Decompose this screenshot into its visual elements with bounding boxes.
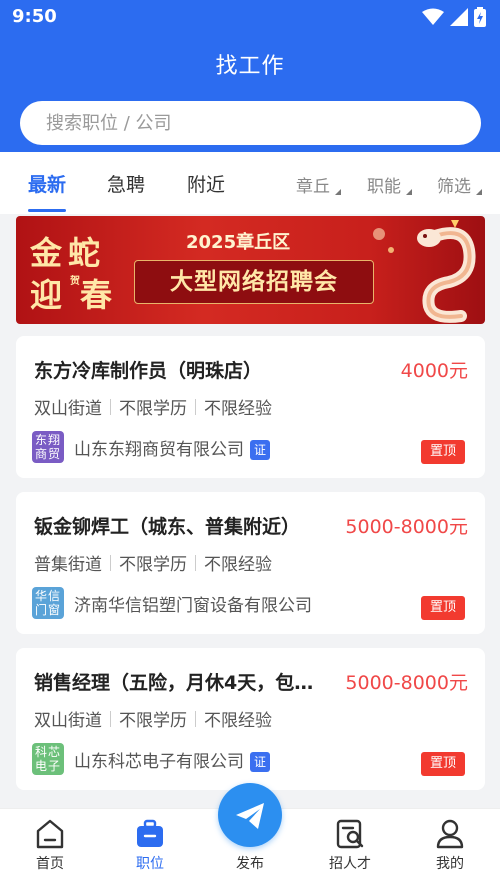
company-logo: 华信 门窗 [32,587,64,619]
nav-jobs-label: 职位 [136,856,164,872]
signal-icon [450,8,468,26]
tab-bar: 最新 急聘 附近 章丘 职能 筛选 [0,152,500,214]
pinned-badge: 置顶 [421,440,465,464]
filter-function[interactable]: 职能 [367,172,412,197]
company-name: 山东东翔商贸有限公司 [74,440,244,460]
company-logo-line: 科芯 [34,745,61,759]
job-salary: 5000-8000元 [345,516,468,538]
job-tag-location: 双山街道 [34,399,102,419]
nav-home-label: 首页 [36,856,64,872]
tag-divider [195,710,196,727]
verified-badge: 证 [250,440,270,460]
job-title: 销售经理（五险，月休4天，包吃住） [34,672,324,694]
job-tag-experience: 不限经验 [204,555,272,575]
tag-divider [110,398,111,415]
search-input[interactable] [46,101,466,145]
nav-mine[interactable]: 我的 [415,817,485,873]
job-salary: 4000元 [400,360,468,382]
status-icons [422,7,486,27]
tag-divider [110,554,111,571]
job-tag-experience: 不限经验 [204,711,272,731]
company-name-row: 山东科芯电子有限公司证 [74,747,270,772]
nav-jobs[interactable]: 职位 [115,817,185,873]
briefcase-icon [137,819,163,847]
job-tag-education: 不限学历 [119,555,187,575]
banner-char: 春 [80,276,113,314]
company-logo-line: 电子 [34,759,61,773]
pinned-badge: 置顶 [421,596,465,620]
paper-plane-icon [236,803,264,829]
job-title: 东方冷库制作员（明珠店） [34,360,263,382]
dropdown-triangle-icon [335,189,341,195]
dropdown-triangle-icon [476,189,482,195]
job-card[interactable]: 销售经理（五险，月休4天，包吃住） 5000-8000元 双山街道 不限学历 不… [16,648,485,790]
nav-talent-label: 招人才 [329,856,371,872]
filter-more[interactable]: 筛选 [437,172,482,197]
banner-char: 蛇 [68,234,101,272]
nav-publish-label: 发布 [236,856,264,872]
banner-calligraphy: 金 蛇 贺 迎 春 [30,228,128,314]
company-logo-line: 东翔 [34,433,61,447]
job-card[interactable]: 东方冷库制作员（明珠店） 4000元 双山街道 不限学历 不限经验 东翔 商贸 … [16,336,485,478]
tab-latest[interactable]: 最新 [28,170,66,197]
page-title: 找工作 [215,54,285,79]
tag-divider [110,710,111,727]
user-icon [436,819,464,849]
nav-talent[interactable]: 招人才 [315,817,385,873]
banner-subtitle: 2025章丘区 [186,232,291,253]
job-tag-education: 不限学历 [119,711,187,731]
home-icon [36,819,64,849]
job-tags: 双山街道 不限学历 不限经验 [34,394,272,419]
job-tags: 普集街道 不限学历 不限经验 [34,550,272,575]
snake-decoration-icon [373,220,476,323]
job-salary: 5000-8000元 [345,672,468,694]
battery-icon [474,7,486,27]
company-name-row: 济南华信铝塑门窗设备有限公司 [74,591,312,616]
company-logo: 东翔 商贸 [32,431,64,463]
publish-button[interactable] [218,783,282,847]
job-title: 钣金铆焊工（城东、普集附近） [34,516,301,538]
status-bar: 9:50 [0,0,500,34]
filter-function-label: 职能 [367,177,401,197]
job-tag-location: 双山街道 [34,711,102,731]
banner-title: 大型网络招聘会 [134,260,374,304]
header: 9:50 找工作 [0,0,500,152]
nav-mine-label: 我的 [436,856,464,872]
company-name: 济南华信铝塑门窗设备有限公司 [74,596,312,616]
company-logo-line: 门窗 [34,603,61,617]
search-box[interactable] [20,101,481,145]
company-logo-line: 商贸 [34,447,61,461]
tag-divider [195,398,196,415]
verified-badge: 证 [250,752,270,772]
job-card[interactable]: 钣金铆焊工（城东、普集附近） 5000-8000元 普集街道 不限学历 不限经验… [16,492,485,634]
job-tag-education: 不限学历 [119,399,187,419]
filter-more-label: 筛选 [437,177,471,197]
filter-location[interactable]: 章丘 [296,172,341,197]
pinned-badge: 置顶 [421,752,465,776]
job-fair-banner[interactable]: 金 蛇 贺 迎 春 2025章丘区 大型网络招聘会 [16,216,485,324]
company-name-row: 山东东翔商贸有限公司证 [74,435,270,460]
active-tab-indicator [28,209,66,212]
tab-nearby[interactable]: 附近 [187,170,225,197]
company-logo: 科芯 电子 [32,743,64,775]
status-time: 9:50 [12,6,57,27]
wifi-icon [422,8,444,25]
company-logo-line: 华信 [34,589,61,603]
job-tag-location: 普集街道 [34,555,102,575]
banner-small-char: 贺 [70,276,80,287]
filter-location-label: 章丘 [296,177,330,197]
nav-home[interactable]: 首页 [15,817,85,873]
dropdown-triangle-icon [406,189,412,195]
company-name: 山东科芯电子有限公司 [74,752,244,772]
job-tag-experience: 不限经验 [204,399,272,419]
banner-char: 金 [30,234,63,272]
job-tags: 双山街道 不限学历 不限经验 [34,706,272,731]
tab-urgent[interactable]: 急聘 [107,170,145,197]
resume-search-icon [336,819,364,849]
banner-char: 迎 [30,276,63,314]
tag-divider [195,554,196,571]
